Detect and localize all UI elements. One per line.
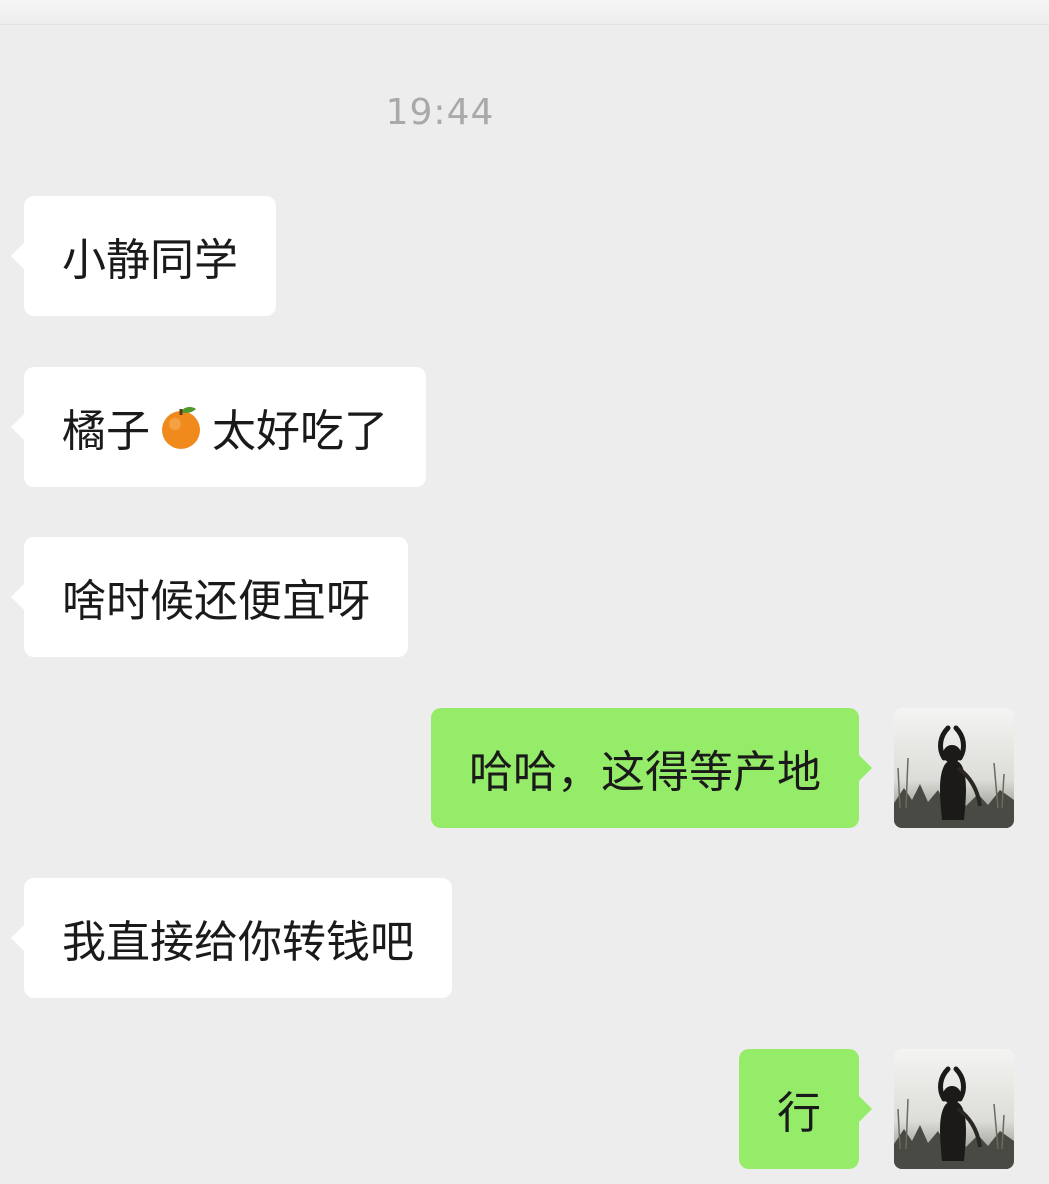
incoming-message-bubble[interactable]: 啥时候还便宜呀	[11, 537, 408, 657]
message-text: 啥时候还便宜呀	[62, 576, 370, 627]
message-text: 太好吃了	[212, 406, 388, 457]
message-text: 我直接给你转钱吧	[62, 917, 414, 968]
message-text: 小静同学	[62, 235, 238, 286]
message-timestamp: 19:44	[385, 92, 495, 133]
incoming-message-bubble[interactable]: 橘子 太好吃了	[11, 367, 426, 487]
orange-emoji-icon	[156, 402, 206, 452]
avatar[interactable]	[894, 1049, 1014, 1169]
outgoing-message-bubble[interactable]: 哈哈，这得等产地	[431, 708, 872, 828]
incoming-message-bubble[interactable]: 小静同学	[11, 196, 276, 316]
outgoing-message-bubble[interactable]: 行	[739, 1049, 872, 1169]
message-text: 行	[777, 1088, 821, 1139]
message-text: 哈哈，这得等产地	[469, 747, 821, 798]
incoming-message-bubble[interactable]: 我直接给你转钱吧	[11, 878, 452, 998]
message-text: 橘子	[62, 406, 150, 457]
top-bar-edge	[0, 0, 1049, 25]
avatar[interactable]	[894, 708, 1014, 828]
